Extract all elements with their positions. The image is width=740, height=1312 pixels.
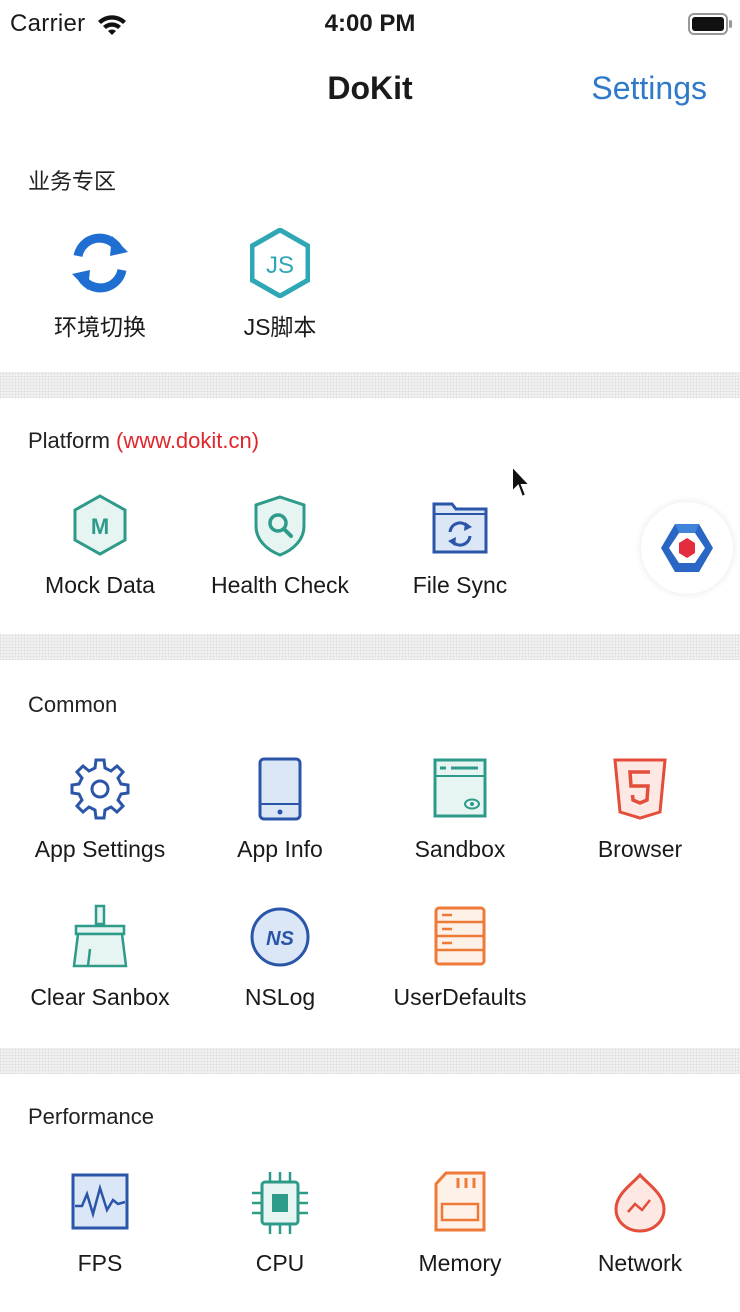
tool-app-settings[interactable]: App Settings [10, 756, 190, 896]
file-sync-icon [430, 492, 490, 562]
phone-icon [250, 756, 310, 826]
battery-icon [688, 13, 734, 40]
section-title-performance: Performance [28, 1104, 154, 1129]
tool-label: File Sync [412, 572, 508, 598]
tool-mock-data[interactable]: M Mock Data [10, 492, 190, 632]
dokit-floating-button[interactable] [641, 502, 733, 594]
mouse-cursor-icon [510, 463, 533, 505]
section-divider [0, 1048, 740, 1074]
tool-label: JS脚本 [243, 314, 317, 340]
broom-icon [70, 904, 130, 974]
tool-js-script[interactable]: JS JS脚本 [190, 228, 370, 368]
tool-label: Sandbox [414, 836, 506, 862]
cpu-icon [250, 1170, 310, 1240]
tool-health-check[interactable]: Health Check [190, 492, 370, 632]
tool-label: Health Check [210, 572, 350, 598]
user-defaults-icon [430, 904, 490, 974]
tool-clear-sandbox[interactable]: Clear Sanbox [10, 904, 190, 1044]
gear-icon [70, 756, 130, 826]
section-platform: Platform (www.dokit.cn) M Mock Data Heal… [0, 398, 740, 634]
tool-label: Mock Data [45, 572, 155, 598]
tool-user-defaults[interactable]: UserDefaults [370, 904, 550, 1044]
tool-label: FPS [77, 1250, 123, 1276]
section-title-business: 业务专区 [28, 169, 117, 194]
tool-env-switch[interactable]: 环境切换 [10, 228, 190, 368]
tool-file-sync[interactable]: File Sync [370, 492, 550, 632]
fps-icon [70, 1170, 130, 1240]
nslog-icon: NS [250, 904, 310, 974]
section-divider [0, 634, 740, 660]
sandbox-icon [430, 756, 490, 826]
section-title-platform: Platform [28, 428, 110, 453]
mock-data-icon: M [70, 492, 130, 562]
settings-button[interactable]: Settings [591, 70, 707, 107]
memory-icon [430, 1170, 490, 1240]
navigation-bar: DoKit Settings [0, 58, 740, 122]
tool-label: Network [597, 1250, 683, 1276]
tool-label: NSLog [244, 984, 316, 1010]
tool-network[interactable]: Network [550, 1170, 730, 1310]
nslog-glyph: NS [266, 928, 294, 950]
tool-label: CPU [255, 1250, 305, 1276]
tool-label: 环境切换 [54, 314, 146, 340]
section-title-common: Common [28, 692, 118, 717]
js-icon: JS [250, 228, 310, 298]
tool-label: Memory [418, 1250, 502, 1276]
network-icon [610, 1170, 670, 1240]
status-bar: Carrier 4:00 PM [0, 0, 740, 50]
tool-label: Clear Sanbox [30, 984, 170, 1010]
clock: 4:00 PM [324, 10, 416, 37]
tool-sandbox[interactable]: Sandbox [370, 756, 550, 896]
refresh-icon [70, 228, 130, 298]
tool-browser[interactable]: Browser [550, 756, 730, 896]
health-check-icon [250, 492, 310, 562]
html5-icon [610, 756, 670, 826]
tool-nslog[interactable]: NS NSLog [190, 904, 370, 1044]
platform-url-link[interactable]: (www.dokit.cn) [116, 428, 259, 453]
tool-label: Browser [597, 836, 683, 862]
section-divider [0, 372, 740, 398]
tool-label: App Info [237, 836, 323, 862]
tool-label: App Settings [34, 836, 166, 862]
section-common: Common App Settings App Info Sandbox Bro… [0, 660, 740, 1048]
tool-cpu[interactable]: CPU [190, 1170, 370, 1310]
tool-fps[interactable]: FPS [10, 1170, 190, 1310]
section-performance: Performance FPS CPU Memory Network [0, 1074, 740, 1312]
dokit-logo-icon [661, 524, 713, 572]
mock-glyph: M [91, 514, 109, 539]
tool-memory[interactable]: Memory [370, 1170, 550, 1310]
js-glyph: JS [266, 252, 294, 279]
tool-label: UserDefaults [393, 984, 527, 1010]
section-business: 业务专区 环境切换 JS JS脚本 [0, 140, 740, 372]
tool-app-info[interactable]: App Info [190, 756, 370, 896]
